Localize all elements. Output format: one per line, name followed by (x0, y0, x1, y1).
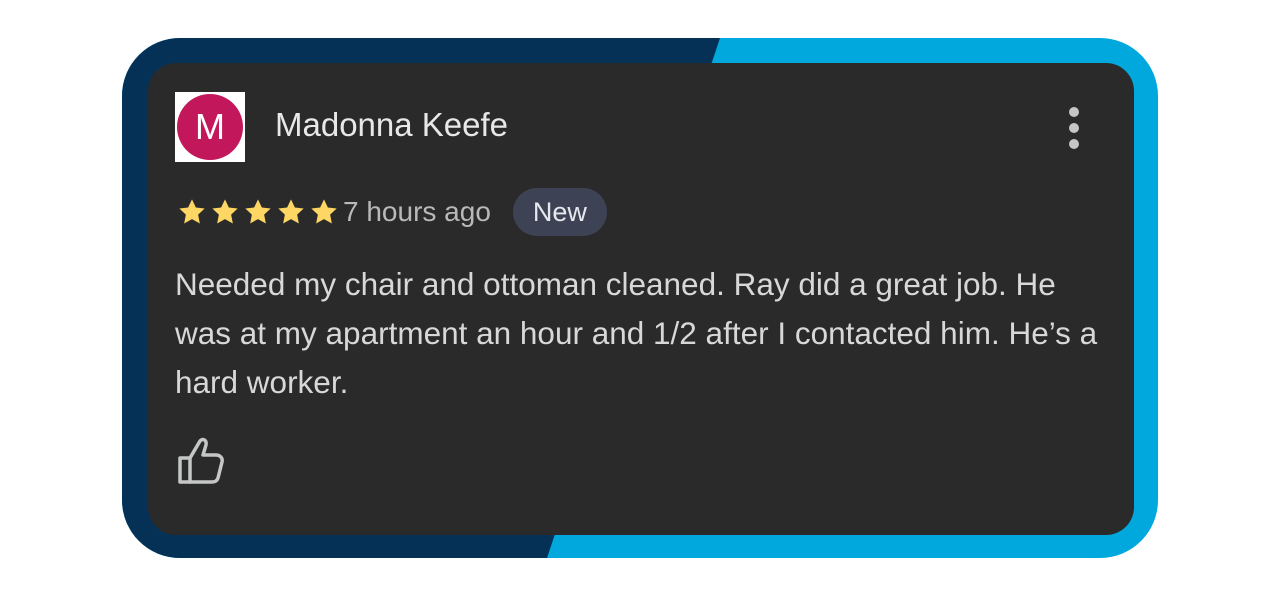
new-badge: New (512, 188, 607, 236)
star-icon (245, 199, 271, 224)
rating-row: 7 hours ago New (175, 188, 607, 236)
review-text: Needed my chair and ottoman cleaned. Ray… (175, 266, 1098, 400)
reviewer-name[interactable]: Madonna Keefe (275, 106, 508, 144)
more-vert-icon[interactable] (1058, 105, 1090, 151)
avatar[interactable]: M (175, 92, 245, 162)
star-rating (175, 196, 340, 228)
star-icon (311, 199, 337, 224)
star-icon (278, 199, 304, 224)
review-time: 7 hours ago (343, 196, 491, 227)
like-button[interactable] (172, 436, 228, 486)
avatar-initial: M (177, 94, 243, 160)
star-icon (179, 199, 205, 224)
star-icon (212, 199, 238, 224)
thumbs-up-icon (178, 437, 224, 484)
